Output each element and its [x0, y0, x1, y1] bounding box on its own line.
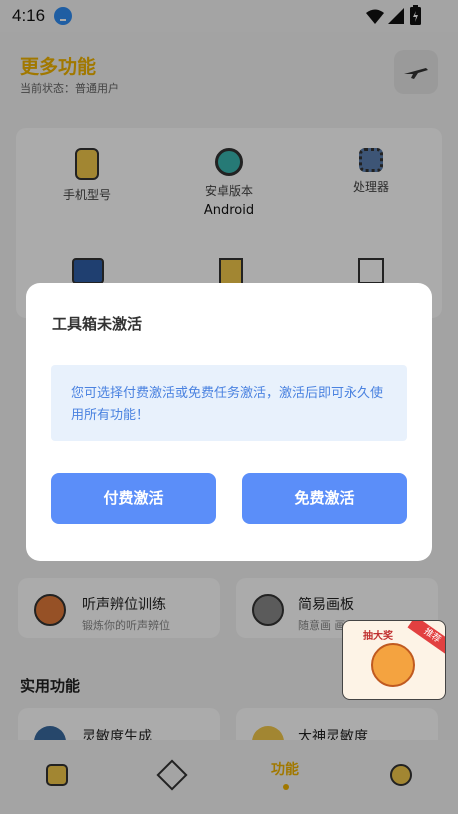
paid-activate-button[interactable]: 付费激活 [51, 473, 216, 524]
lucky-draw-promo[interactable]: 抽大奖 推荐 [342, 620, 446, 700]
dialog-title: 工具箱未激活 [52, 315, 143, 333]
promo-tag: 推荐 [407, 621, 445, 657]
activation-dialog: 工具箱未激活 您可选择付费激活或免费任务激活，激活后即可永久使用所有功能！ 付费… [26, 283, 432, 561]
free-activate-button[interactable]: 免费激活 [242, 473, 407, 524]
promo-title: 抽大奖 [363, 631, 393, 642]
dialog-message: 您可选择付费激活或免费任务激活，激活后即可永久使用所有功能！ [51, 365, 407, 441]
prize-wheel-icon [371, 643, 415, 687]
